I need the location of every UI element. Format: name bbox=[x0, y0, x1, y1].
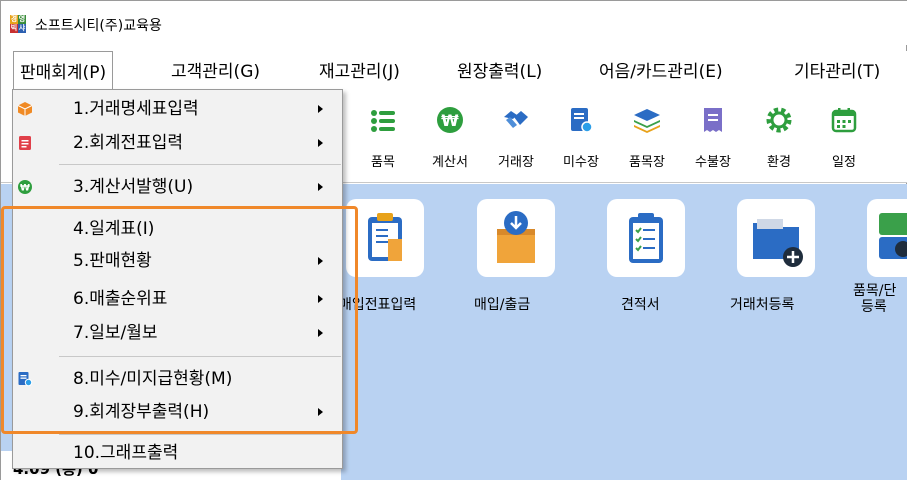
toolbar-items-button[interactable]: 품목 bbox=[353, 101, 413, 173]
tile-label-item-registration-line2: 등록 bbox=[861, 299, 887, 315]
submenu-arrow-icon bbox=[318, 329, 323, 337]
submenu-arrow-icon bbox=[318, 257, 323, 265]
menu-ledger-output[interactable]: 원장출력(L) bbox=[457, 51, 542, 93]
tile-purchase-payment[interactable] bbox=[477, 199, 555, 277]
menu-item-sales-status[interactable]: 5.판매현황 bbox=[13, 245, 342, 277]
document-search-icon bbox=[571, 108, 593, 133]
document-search-icon bbox=[18, 372, 33, 387]
menu-other-management[interactable]: 기타관리(T) bbox=[794, 51, 880, 93]
menu-item-sales-ranking[interactable]: 6.매출순위표 bbox=[13, 283, 342, 315]
menu-item-receivables-payables[interactable]: 8.미수/미지급현황(M) bbox=[13, 363, 342, 395]
menu-separator bbox=[59, 434, 341, 435]
gear-icon bbox=[766, 107, 792, 133]
toolbar-invoice-button[interactable]: ₩ 계산서 bbox=[420, 101, 480, 173]
menu-customer-management[interactable]: 고객관리(G) bbox=[171, 51, 260, 93]
toolbar-schedule-button[interactable]: 일정 bbox=[814, 101, 874, 173]
document-icon bbox=[19, 136, 31, 150]
tile-label-purchase-voucher: 매입전표입력 bbox=[339, 297, 417, 313]
menu-item-invoice-issue[interactable]: ₩ 3.계산서발행(U) bbox=[13, 171, 342, 203]
layers-icon bbox=[634, 109, 660, 133]
window-title: 소프트시티(주)교육용 bbox=[35, 18, 162, 34]
submenu-arrow-icon bbox=[318, 408, 323, 416]
list-icon bbox=[371, 110, 395, 132]
tile-label-customer-registration: 거래처등록 bbox=[730, 297, 795, 313]
toolbar-item-ledger-button[interactable]: 품목장 bbox=[617, 101, 677, 173]
toolbar-transaction-ledger-button[interactable]: 거래장 bbox=[486, 101, 546, 173]
cabinet-icon bbox=[879, 213, 907, 259]
menu-separator bbox=[59, 164, 341, 165]
svg-text:₩: ₩ bbox=[441, 111, 459, 130]
menu-item-accounting-voucher[interactable]: 2.회계전표입력 bbox=[13, 127, 342, 159]
box-icon bbox=[17, 102, 33, 116]
folder-add-icon bbox=[753, 219, 803, 267]
menu-bar: 판매회계(P) 고객관리(G) 재고관리(J) 원장출력(L) 어음/카드관리(… bbox=[1, 51, 907, 96]
tile-item-registration[interactable] bbox=[867, 199, 907, 277]
checklist-icon bbox=[629, 213, 663, 263]
clipboard-icon bbox=[368, 213, 402, 261]
won-icon: ₩ bbox=[437, 107, 463, 133]
toolbar-settings-button[interactable]: 환경 bbox=[749, 101, 809, 173]
submenu-arrow-icon bbox=[318, 139, 323, 147]
menu-item-daily-monthly-report[interactable]: 7.일보/월보 bbox=[13, 317, 342, 349]
receipt-icon bbox=[704, 108, 722, 132]
sales-accounting-dropdown: 1.거래명세표입력 2.회계전표입력 ₩ 3.계산서발행(U) 4.일계표(I)… bbox=[12, 89, 343, 469]
submenu-arrow-icon bbox=[318, 105, 323, 113]
menu-item-daily-sheet[interactable]: 4.일계표(I) bbox=[13, 213, 342, 245]
handshake-icon bbox=[504, 111, 528, 128]
menu-separator bbox=[59, 356, 341, 357]
toolbar-receivables-button[interactable]: 미수장 bbox=[551, 101, 611, 173]
box-download-icon bbox=[497, 211, 535, 263]
menu-separator bbox=[59, 207, 341, 208]
app-window: 경 영 빅 샤 소프트시티(주)교육용 판매회계(P) 고객관리(G) 재고관리… bbox=[0, 0, 907, 480]
tile-customer-registration[interactable] bbox=[737, 199, 815, 277]
toolbar-stock-ledger-button[interactable]: 수불장 bbox=[683, 101, 743, 173]
won-icon: ₩ bbox=[18, 180, 32, 194]
submenu-arrow-icon bbox=[318, 295, 323, 303]
tile-estimate[interactable] bbox=[607, 199, 685, 277]
tile-label-purchase-payment: 매입/출금 bbox=[474, 297, 531, 313]
app-logo-icon: 경 영 빅 샤 bbox=[10, 15, 26, 33]
tile-purchase-voucher[interactable] bbox=[346, 199, 424, 277]
menu-item-trade-statement[interactable]: 1.거래명세표입력 bbox=[13, 93, 342, 125]
svg-text:₩: ₩ bbox=[20, 184, 30, 194]
menu-item-graph-output[interactable]: 10.그래프출력 bbox=[13, 437, 342, 469]
menu-bills-cards[interactable]: 어음/카드관리(E) bbox=[599, 51, 723, 93]
tile-label-estimate: 견적서 bbox=[621, 297, 660, 313]
menu-inventory-management[interactable]: 재고관리(J) bbox=[319, 51, 400, 93]
calendar-icon bbox=[831, 108, 857, 133]
submenu-arrow-icon bbox=[318, 183, 323, 191]
title-bar: 경 영 빅 샤 소프트시티(주)교육용 bbox=[1, 1, 907, 45]
menu-item-account-book-output[interactable]: 9.회계장부출력(H) bbox=[13, 396, 342, 428]
